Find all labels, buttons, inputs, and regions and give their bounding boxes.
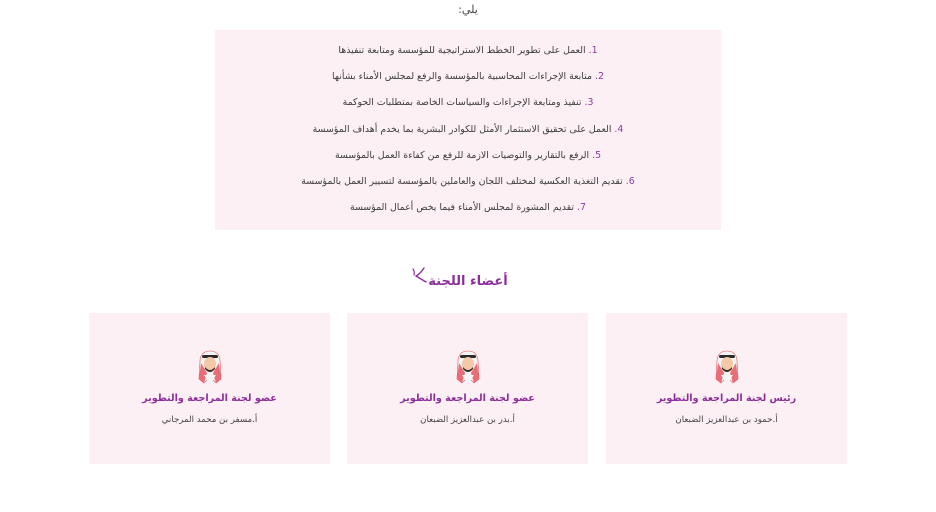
man-ghutra-avatar-icon — [198, 350, 221, 385]
members-section-title: أعضاء اللجنة — [412, 266, 508, 289]
task-number: 7. — [576, 202, 586, 214]
member-role: عضو لجنة المراجعة والتطوير — [142, 393, 277, 404]
task-item: 7. تقديم المشورة لمجلس الأمناء فيما يخص … — [215, 201, 721, 227]
task-number: 3. — [584, 97, 594, 109]
intro-text-tail: يلي: — [0, 3, 936, 16]
task-item: 4. العمل على تحقيق الاستثمار الأمثل للكو… — [215, 123, 721, 149]
task-text: العمل على تطوير الخطط الاستراتيجية للمؤس… — [338, 45, 586, 56]
task-text: تقديم التغذية العكسية لمختلف اللجان والع… — [301, 175, 623, 187]
task-item: 3. تنفيذ ومتابعة الإجراءات والسياسات الخ… — [215, 96, 721, 122]
intro-tail-line: يلي: — [458, 3, 478, 16]
member-name: أ.مسفر بن محمد المرجاني — [161, 415, 258, 425]
member-name: أ.حمود بن عبدالعزيز الضبعان — [675, 415, 778, 425]
member-card: رئيس لجنة المراجعة والتطوير أ.حمود بن عب… — [606, 313, 847, 464]
title-decoration-icon — [412, 267, 427, 283]
task-item: 1. العمل على تطوير الخطط الاستراتيجية لل… — [215, 44, 721, 70]
members-section-title-text: أعضاء اللجنة — [428, 274, 508, 289]
task-item: 6. تقديم التغذية العكسية لمختلف اللجان و… — [215, 175, 721, 201]
task-text: متابعة الإجراءات المحاسبية بالمؤسسة والر… — [332, 71, 592, 83]
member-name: أ.بدر بن عبدالعزيز الضبعان — [420, 415, 515, 425]
member-role: عضو لجنة المراجعة والتطوير — [400, 393, 535, 404]
task-number: 5. — [592, 149, 602, 161]
member-role: رئيس لجنة المراجعة والتطوير — [656, 393, 797, 404]
man-ghutra-avatar-icon — [456, 350, 479, 385]
task-text: العمل على تحقيق الاستثمار الأمثل للكوادر… — [312, 123, 612, 135]
members-section-header: أعضاء اللجنة — [0, 266, 936, 289]
tasks-list: 1. العمل على تطوير الخطط الاستراتيجية لل… — [215, 44, 721, 227]
man-ghutra-avatar-icon — [715, 350, 738, 385]
task-number: 6. — [625, 175, 635, 187]
task-text: الرفع بالتقارير والتوصيات الازمة للرفع م… — [334, 149, 590, 161]
page: يلي: 1. العمل على تطوير الخطط الاستراتيج… — [0, 0, 936, 512]
task-number: 4. — [614, 123, 624, 135]
member-card: عضو لجنة المراجعة والتطوير أ.بدر بن عبدا… — [347, 313, 588, 464]
task-item: 2. متابعة الإجراءات المحاسبية بالمؤسسة و… — [215, 70, 721, 96]
task-number: 1. — [588, 45, 598, 56]
task-number: 2. — [594, 71, 604, 83]
task-text: تقديم المشورة لمجلس الأمناء فيما يخص أعم… — [350, 202, 574, 214]
members-grid: رئيس لجنة المراجعة والتطوير أ.حمود بن عب… — [89, 313, 847, 464]
task-item: 5. الرفع بالتقارير والتوصيات الازمة للرف… — [215, 149, 721, 175]
committee-tasks-box: 1. العمل على تطوير الخطط الاستراتيجية لل… — [215, 30, 721, 230]
member-card: عضو لجنة المراجعة والتطوير أ.مسفر بن محم… — [89, 313, 330, 464]
task-text: تنفيذ ومتابعة الإجراءات والسياسات الخاصة… — [342, 97, 582, 109]
